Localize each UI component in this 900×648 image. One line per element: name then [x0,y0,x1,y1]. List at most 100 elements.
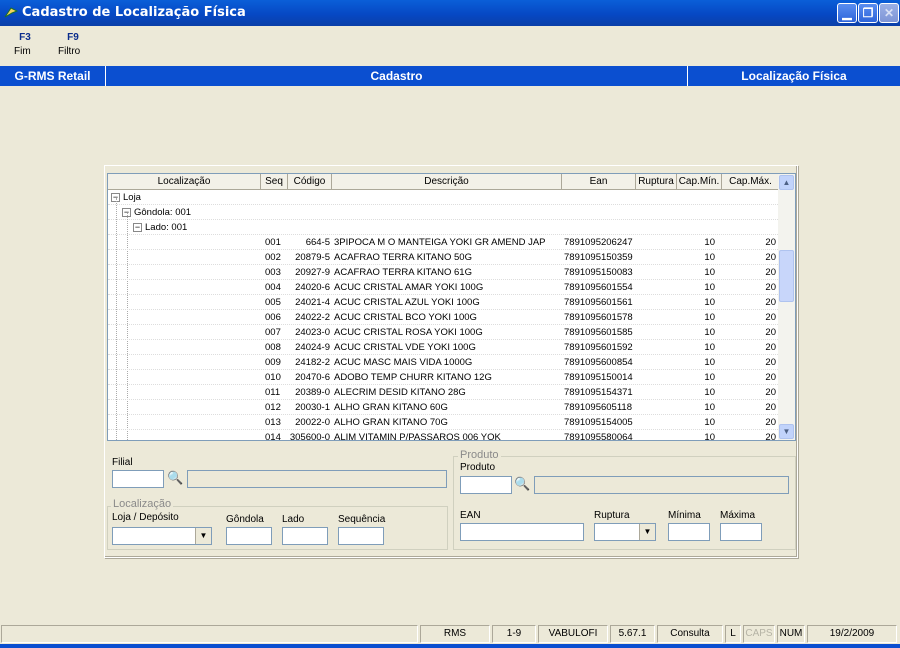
grid-scrollbar[interactable]: ▲ ▼ [778,174,795,440]
cell-max: 20 [765,357,776,368]
restore-icon: ❐ [862,6,874,20]
cell-ean: 7891095601592 [564,342,633,353]
scroll-thumb[interactable] [779,250,794,302]
close-button[interactable]: ✕ [879,3,899,23]
cell-codigo: 24024-9 [295,342,330,353]
table-row[interactable]: 008 24024-9 ACUC CRISTAL VDE YOKI 100G 7891… [108,340,780,355]
cell-descricao: ALHO GRAN KITANO 70G [334,417,448,428]
tree-label-lado: Lado: 001 [145,222,188,233]
cell-ean: 7891095601554 [564,282,633,293]
scroll-down-button[interactable]: ▼ [779,424,794,439]
cell-min: 10 [704,432,715,441]
cell-seq: 014 [265,432,281,441]
cell-min: 10 [704,417,715,428]
cell-codigo: 20389-0 [295,387,330,398]
cell-seq: 006 [265,312,281,323]
minima-label: Mínima [668,510,701,521]
column-header-cap-min[interactable]: Cap.Mín. [677,174,722,190]
location-grid[interactable]: Localização Seq Código Descrição Ean Rup… [107,173,796,441]
table-row[interactable]: 012 20030-1 ALHO GRAN KITANO 60G 7891095605… [108,400,780,415]
produto-description [534,476,789,494]
column-header-ruptura[interactable]: Ruptura [636,174,677,190]
ean-input[interactable] [460,523,584,541]
lado-input[interactable] [282,527,328,545]
column-header-ean[interactable]: Ean [562,174,636,190]
cell-max: 20 [765,282,776,293]
tree-node-lado[interactable]: − Lado: 001 [108,220,780,235]
table-row[interactable]: 005 24021-4 ACUC CRISTAL AZUL YOKI 100G 789… [108,295,780,310]
column-header-descricao[interactable]: Descrição [332,174,562,190]
cell-descricao: ALHO GRAN KITANO 60G [334,402,448,413]
lado-label: Lado [282,514,305,525]
status-date: 19/2/2009 [807,625,897,643]
table-row[interactable]: 006 24022-2 ACUC CRISTAL BCO YOKI 100G 7891… [108,310,780,325]
dropdown-arrow-icon[interactable]: ▼ [639,524,655,540]
column-header-localizacao[interactable]: Localização [108,174,261,190]
cell-min: 10 [704,312,715,323]
table-row[interactable]: 003 20927-9 ACAFRAO TERRA KITANO 61G 789109… [108,265,780,280]
sequencia-input[interactable] [338,527,384,545]
search-binoculars-icon[interactable]: 🔍 [167,470,183,486]
tree-node-loja[interactable]: − Loja [108,190,780,205]
minima-input[interactable] [668,523,710,541]
loja-select[interactable]: ▼ [112,527,212,545]
table-row[interactable]: 011 20389-0 ALECRIM DESID KITANO 28G 789109… [108,385,780,400]
cell-codigo: 20879-5 [295,252,330,263]
maximize-button[interactable]: ❐ [858,3,878,23]
table-row[interactable]: 004 24020-6 ACUC CRISTAL AMAR YOKI 100G 789… [108,280,780,295]
minimize-button[interactable]: ▁ [837,3,857,23]
table-row[interactable]: 002 20879-5 ACAFRAO TERRA KITANO 50G 789109… [108,250,780,265]
cell-seq: 005 [265,297,281,308]
produto-group-label: Produto [458,449,501,461]
arrow-down-icon: ▼ [782,427,791,436]
header-bar: G-RMS Retail Cadastro Localização Física [0,66,900,86]
column-header-seq[interactable]: Seq [261,174,288,190]
filter-button[interactable]: F9 Filtro [58,32,88,57]
dropdown-arrow-icon[interactable]: ▼ [195,528,211,544]
cell-ruptura [638,295,675,310]
status-user: VABULOFI [538,625,608,643]
cell-codigo: 20470-6 [295,372,330,383]
column-header-codigo[interactable]: Código [288,174,332,190]
grid-header: Localização Seq Código Descrição Ean Rup… [108,174,780,190]
cell-ean: 7891095605118 [564,402,632,413]
gondola-input[interactable] [226,527,272,545]
table-row[interactable]: 001 664-5 3PIPOCA M O MANTEIGA YOKI GR AME… [108,235,780,250]
cell-seq: 007 [265,327,281,338]
maxima-input[interactable] [720,523,762,541]
filial-input[interactable] [112,470,164,488]
cell-seq: 011 [265,387,281,398]
cell-descricao: 3PIPOCA M O MANTEIGA YOKI GR AMEND JAP [334,237,546,248]
table-row[interactable]: 007 24023-0 ACUC CRISTAL ROSA YOKI 100G 789… [108,325,780,340]
cell-min: 10 [704,327,715,338]
scroll-up-button[interactable]: ▲ [779,175,794,190]
table-row[interactable]: 013 20022-0 ALHO GRAN KITANO 70G 7891095154… [108,415,780,430]
search-binoculars-icon[interactable]: 🔍 [514,476,530,492]
collapse-icon[interactable]: − [133,222,142,232]
cell-descricao: ALECRIM DESID KITANO 28G [334,387,466,398]
cell-descricao: ACUC CRISTAL ROSA YOKI 100G [334,327,483,338]
cell-ruptura [638,310,675,325]
cell-descricao: ACUC CRISTAL BCO YOKI 100G [334,312,477,323]
localizacao-group-label: Localização [111,498,174,510]
table-row[interactable]: 009 24182-2 ACUC MASC MAIS VIDA 1000G 78910… [108,355,780,370]
cell-min: 10 [704,387,715,398]
cell-ean: 7891095580064 [564,432,633,441]
end-button[interactable]: F3 Fim [14,32,36,57]
ruptura-select[interactable]: ▼ [594,523,656,541]
cell-seq: 012 [265,402,281,413]
table-row[interactable]: 010 20470-6 ADOBO TEMP CHURR KITANO 12G 789… [108,370,780,385]
cell-ruptura [638,265,675,280]
cell-seq: 001 [265,237,281,248]
cell-max: 20 [765,432,776,441]
cell-descricao: ACUC MASC MAIS VIDA 1000G [334,357,473,368]
gondola-label: Gôndola [226,514,264,525]
table-row[interactable]: 014 305600-0 ALIM VITAMIN P/PASSAROS 006 Y… [108,430,780,441]
column-header-cap-max[interactable]: Cap.Máx. [722,174,780,190]
header-app-name: G-RMS Retail [14,69,91,83]
cell-descricao: ACUC CRISTAL VDE YOKI 100G [334,342,476,353]
produto-input[interactable] [460,476,512,494]
tree-node-gondola[interactable]: − Gôndola: 001 [108,205,780,220]
cell-min: 10 [704,237,715,248]
cell-seq: 008 [265,342,281,353]
